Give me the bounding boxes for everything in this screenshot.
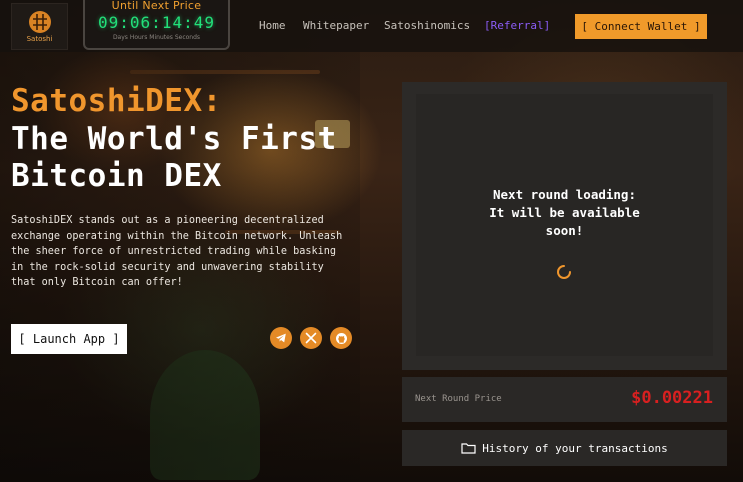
logo-icon [28, 10, 51, 33]
logo-text: Satoshi [26, 34, 53, 43]
telegram-link[interactable] [270, 327, 292, 349]
round-panel: Next round loading: It will be available… [402, 82, 727, 370]
connect-wallet-button[interactable]: [ Connect Wallet ] [575, 14, 707, 39]
history-label: History of your transactions [482, 441, 668, 455]
nav-satoshinomics[interactable]: Satoshinomics [384, 19, 470, 32]
nav-home[interactable]: Home [259, 19, 286, 32]
nav-referral[interactable]: [Referral] [484, 19, 550, 32]
header: Satoshi Until Next Price 09:06:14:49 Day… [0, 0, 743, 52]
price-value: $0.00221 [631, 388, 713, 408]
launch-app-button[interactable]: [ Launch App ] [11, 324, 127, 354]
hero-title-line2: The World's First [11, 121, 337, 157]
github-link[interactable] [330, 327, 352, 349]
countdown-timer: Until Next Price 09:06:14:49 Days Hours … [83, 0, 230, 50]
x-link[interactable] [300, 327, 322, 349]
countdown-title: Until Next Price [111, 0, 202, 12]
github-icon [335, 332, 347, 344]
loading-message: Next round loading: It will be available… [402, 186, 727, 240]
folder-icon [461, 443, 476, 454]
countdown-units: Days Hours Minutes Seconds [112, 34, 201, 41]
loading-line-3: soon! [545, 223, 584, 238]
x-icon [305, 332, 317, 344]
next-round-price: Next Round Price $0.00221 [402, 377, 727, 422]
logo[interactable]: Satoshi [11, 3, 68, 50]
hero-description: SatoshiDEX stands out as a pioneering de… [11, 215, 343, 288]
loading-line-2: It will be available [489, 205, 640, 220]
loading-spinner-icon [557, 265, 571, 279]
hero-title-accent: SatoshiDEX: [11, 83, 222, 119]
telegram-icon [276, 333, 286, 343]
hero-title-line3: Bitcoin DEX [11, 158, 222, 194]
price-label: Next Round Price [415, 394, 502, 404]
nav-whitepaper[interactable]: Whitepaper [303, 19, 369, 32]
loading-line-1: Next round loading: [493, 187, 636, 202]
history-button[interactable]: History of your transactions [402, 430, 727, 466]
countdown-digits: 09:06:14:49 [98, 13, 215, 32]
